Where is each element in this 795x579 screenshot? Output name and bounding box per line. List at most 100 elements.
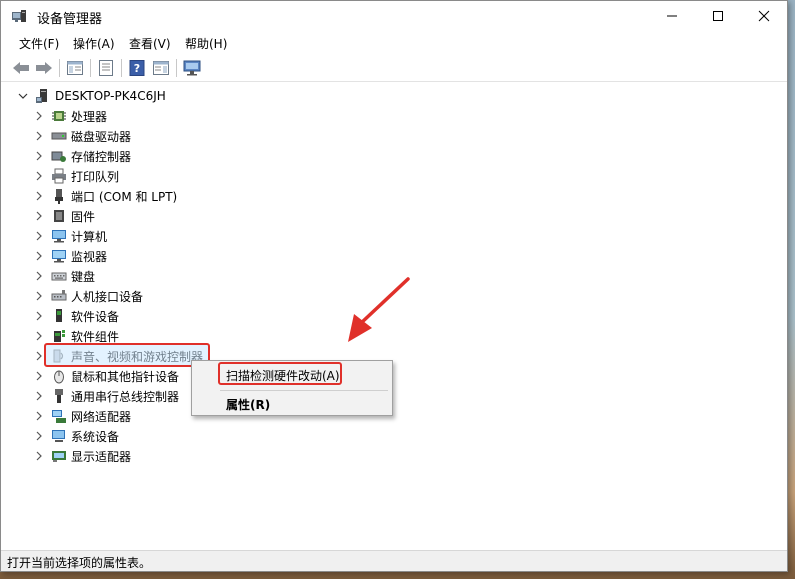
tree-category-label: 固件	[71, 209, 96, 224]
tree-category-item[interactable]: 鼠标和其他指针设备	[33, 366, 179, 386]
system-device-icon	[51, 428, 67, 444]
menu-action[interactable]: 操作(A)	[73, 35, 115, 52]
chevron-right-icon[interactable]	[33, 450, 45, 462]
minimize-button[interactable]	[649, 1, 695, 31]
tree-pane-icon	[67, 61, 83, 75]
tree-category-label: 网络适配器	[71, 409, 132, 424]
tree-category-label: 处理器	[71, 109, 108, 124]
disk-drive-icon	[51, 128, 67, 144]
tree-category-label: 通用串行总线控制器	[71, 389, 180, 404]
chevron-right-icon[interactable]	[33, 110, 45, 122]
printer-icon	[51, 168, 67, 184]
toolbar: ?	[1, 55, 787, 82]
tree-category-label: 软件设备	[71, 309, 120, 324]
properties-button[interactable]	[96, 59, 116, 77]
chevron-right-icon[interactable]	[33, 310, 45, 322]
menu-view[interactable]: 查看(V)	[129, 35, 171, 52]
svg-text:?: ?	[134, 62, 140, 75]
tree-root[interactable]: DESKTOP-PK4C6JH	[17, 86, 166, 106]
chevron-right-icon[interactable]	[33, 210, 45, 222]
computer-icon	[51, 228, 67, 244]
tree-category-item[interactable]: 软件设备	[33, 306, 119, 326]
chevron-right-icon[interactable]	[33, 330, 45, 342]
title-bar[interactable]: 设备管理器	[1, 1, 787, 31]
monitor-scan-icon	[183, 60, 201, 76]
tree-category-label: 显示适配器	[71, 449, 132, 464]
chevron-right-icon[interactable]	[33, 370, 45, 382]
tree-category-item[interactable]: 存储控制器	[33, 146, 131, 166]
port-icon	[51, 188, 67, 204]
menu-separator	[220, 390, 388, 391]
chevron-right-icon[interactable]	[33, 390, 45, 402]
chevron-right-icon[interactable]	[33, 250, 45, 262]
toolbar-separator	[176, 59, 177, 77]
status-bar: 打开当前选择项的属性表。	[1, 550, 787, 571]
hid-icon	[51, 288, 67, 304]
close-icon	[758, 10, 770, 22]
chevron-right-icon[interactable]	[33, 270, 45, 282]
minimize-icon	[667, 15, 677, 17]
tree-category-item[interactable]: 固件	[33, 206, 95, 226]
scan-hardware-button[interactable]	[182, 59, 202, 77]
software-component-icon	[51, 328, 67, 344]
firmware-icon	[51, 208, 67, 224]
chevron-right-icon[interactable]	[33, 410, 45, 422]
chevron-right-icon[interactable]	[33, 150, 45, 162]
maximize-button[interactable]	[695, 1, 741, 31]
back-arrow-icon	[13, 62, 29, 74]
tree-category-label: 打印队列	[71, 169, 120, 184]
properties-menu-item[interactable]: 属性(R)	[226, 396, 270, 413]
tree-category-item[interactable]: 系统设备	[33, 426, 119, 446]
selected-item-highlight	[44, 343, 210, 367]
keyboard-icon	[51, 268, 67, 284]
computer-desktop-icon	[35, 88, 51, 104]
forward-arrow-icon	[36, 62, 52, 74]
menu-bar: 文件(F) 操作(A) 查看(V) 帮助(H)	[1, 32, 787, 54]
tree-category-item[interactable]: 端口 (COM 和 LPT)	[33, 186, 177, 206]
computer-name: DESKTOP-PK4C6JH	[55, 89, 166, 103]
chevron-right-icon[interactable]	[33, 190, 45, 202]
tree-category-label: 存储控制器	[71, 149, 132, 164]
window-title: 设备管理器	[37, 12, 103, 27]
tree-category-item[interactable]: 人机接口设备	[33, 286, 143, 306]
maximize-icon	[713, 11, 723, 21]
tree-category-item[interactable]: 计算机	[33, 226, 107, 246]
back-button[interactable]	[11, 59, 31, 77]
processor-icon	[51, 108, 67, 124]
usb-icon	[51, 388, 67, 404]
device-manager-app-icon	[10, 7, 28, 25]
forward-button[interactable]	[34, 59, 54, 77]
chevron-right-icon[interactable]	[33, 170, 45, 182]
tree-category-label: 人机接口设备	[71, 289, 144, 304]
action-pane-button[interactable]	[151, 59, 171, 77]
chevron-down-icon[interactable]	[17, 90, 29, 102]
show-hide-tree-button[interactable]	[65, 59, 85, 77]
help-button[interactable]: ?	[127, 59, 147, 77]
chevron-right-icon[interactable]	[33, 290, 45, 302]
storage-controller-icon	[51, 148, 67, 164]
toolbar-separator	[59, 59, 60, 77]
tree-category-label: 软件组件	[71, 329, 120, 344]
tree-category-label: 计算机	[71, 229, 108, 244]
tree-category-item[interactable]: 监视器	[33, 246, 107, 266]
tree-category-item[interactable]: 处理器	[33, 106, 107, 126]
tree-category-item[interactable]: 键盘	[33, 266, 95, 286]
tree-category-item[interactable]: 网络适配器	[33, 406, 131, 426]
close-button[interactable]	[741, 1, 787, 31]
tree-category-label: 监视器	[71, 249, 108, 264]
menu-file[interactable]: 文件(F)	[19, 35, 59, 52]
tree-category-item[interactable]: 显示适配器	[33, 446, 131, 466]
status-text: 打开当前选择项的属性表。	[7, 556, 152, 570]
tree-category-item[interactable]: 打印队列	[33, 166, 119, 186]
monitor-icon	[51, 248, 67, 264]
tree-category-label: 鼠标和其他指针设备	[71, 369, 180, 384]
tree-category-item[interactable]: 磁盘驱动器	[33, 126, 131, 146]
tree-category-item[interactable]: 通用串行总线控制器	[33, 386, 179, 406]
toolbar-separator	[121, 59, 122, 77]
chevron-right-icon[interactable]	[33, 130, 45, 142]
action-pane-icon	[153, 61, 169, 75]
chevron-right-icon[interactable]	[33, 430, 45, 442]
chevron-right-icon[interactable]	[33, 230, 45, 242]
display-adapter-icon	[51, 448, 67, 464]
menu-help[interactable]: 帮助(H)	[185, 35, 227, 52]
